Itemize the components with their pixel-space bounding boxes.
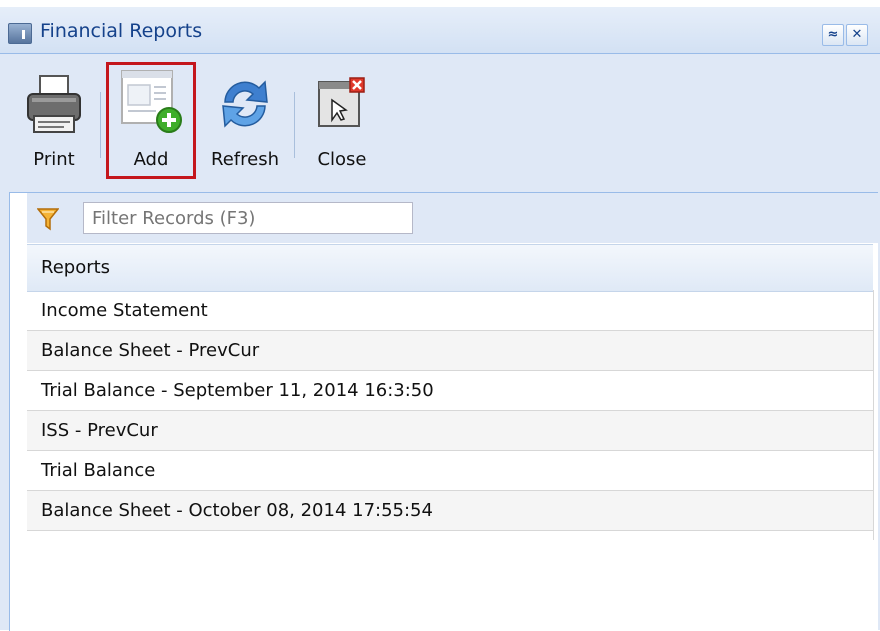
toolbar: Print Add Refresh Close	[0, 54, 880, 184]
row-label: Balance Sheet - PrevCur	[41, 340, 260, 361]
refresh-button[interactable]: Refresh	[204, 54, 286, 184]
row-label: ISS - PrevCur	[41, 420, 158, 441]
close-window-icon	[318, 77, 365, 127]
refresh-label: Refresh	[211, 149, 279, 170]
collapse-icon[interactable]: ≈	[822, 24, 844, 46]
row-label: Income Statement	[41, 300, 208, 321]
reports-grid-panel: Reports Income Statement Balance Sheet -…	[9, 192, 878, 631]
reports-list: Income Statement Balance Sheet - PrevCur…	[27, 291, 873, 531]
window-title: Financial Reports	[40, 20, 203, 42]
table-row[interactable]: Trial Balance	[27, 451, 873, 491]
grid-right-border	[873, 290, 874, 540]
toolbar-separator	[294, 92, 295, 158]
filter-records-input[interactable]	[83, 202, 413, 234]
financial-reports-window: Financial Reports ≈ ✕ Print Add Refresh …	[0, 7, 880, 631]
table-row[interactable]: Income Statement	[27, 291, 873, 331]
row-label: Trial Balance	[41, 460, 156, 481]
column-header-reports[interactable]: Reports	[27, 244, 873, 292]
close-icon[interactable]: ✕	[846, 24, 868, 46]
table-row[interactable]: Trial Balance - September 11, 2014 16:3:…	[27, 371, 873, 411]
add-button-highlight	[106, 62, 196, 179]
funnel-icon[interactable]	[37, 207, 59, 231]
toolbar-separator	[100, 92, 101, 158]
table-row[interactable]: Balance Sheet - October 08, 2014 17:55:5…	[27, 491, 873, 531]
row-label: Trial Balance - September 11, 2014 16:3:…	[41, 380, 434, 401]
print-label: Print	[33, 149, 75, 170]
filter-bar	[27, 193, 878, 243]
printer-icon	[27, 75, 81, 133]
column-header-label: Reports	[41, 257, 111, 278]
table-row[interactable]: ISS - PrevCur	[27, 411, 873, 451]
row-label: Balance Sheet - October 08, 2014 17:55:5…	[41, 500, 433, 521]
table-row[interactable]: Balance Sheet - PrevCur	[27, 331, 873, 371]
close-label: Close	[317, 149, 367, 170]
print-button[interactable]: Print	[14, 54, 94, 184]
window-titlebar[interactable]: Financial Reports ≈ ✕	[0, 7, 880, 54]
report-window-icon	[8, 23, 32, 44]
refresh-icon	[222, 80, 268, 128]
close-button[interactable]: Close	[304, 54, 380, 184]
